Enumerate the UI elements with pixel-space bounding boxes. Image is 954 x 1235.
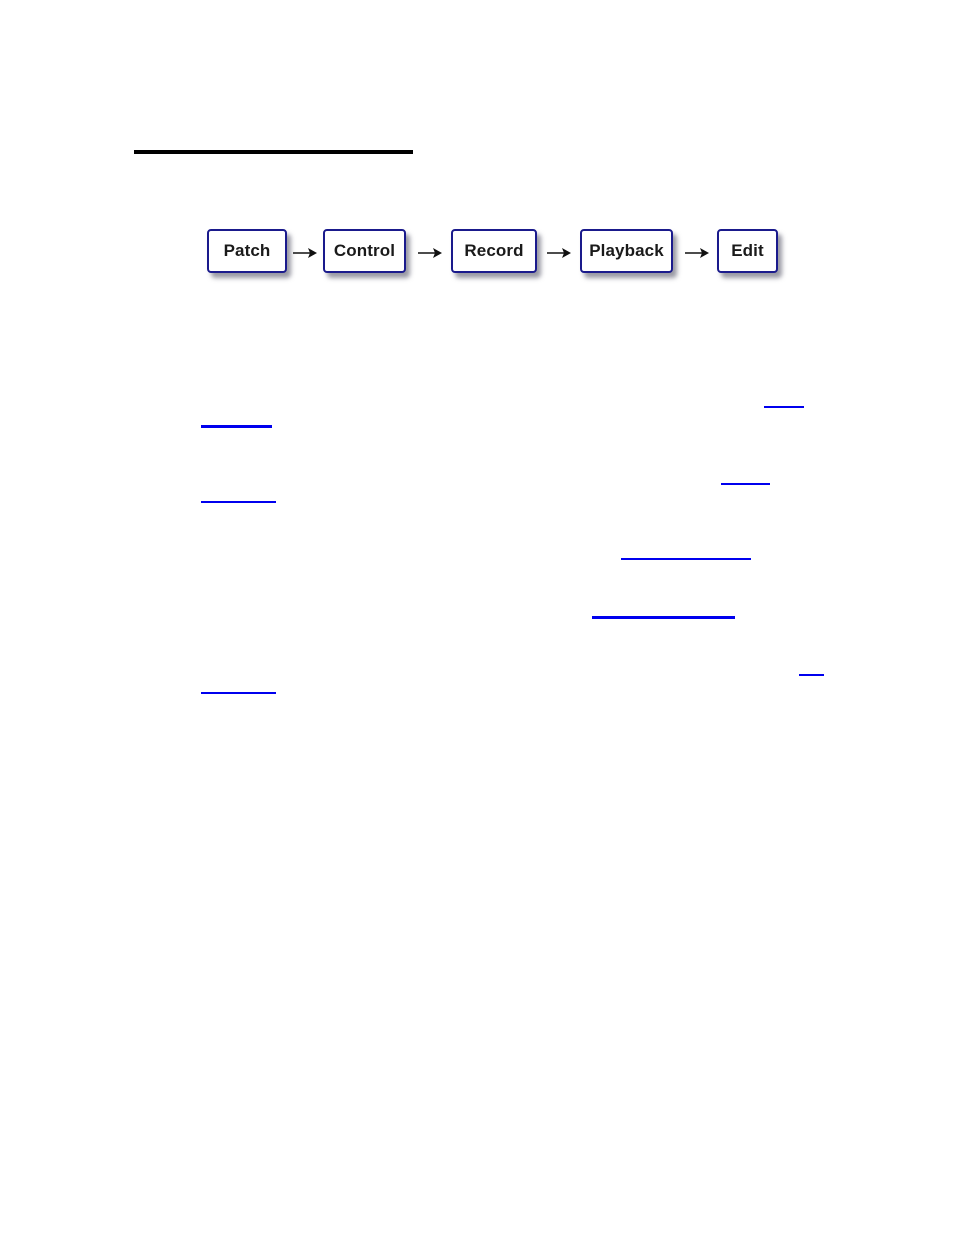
link-1-line-1[interactable] [764, 406, 804, 408]
workflow-step-control: Control [323, 229, 406, 273]
right-arrow-icon [417, 243, 443, 263]
workflow-step-playback: Playback [580, 229, 673, 273]
workflow-step-edit: Edit [717, 229, 778, 273]
workflow-step-patch: Patch [207, 229, 287, 273]
link-4[interactable] [592, 616, 735, 619]
step-label: Playback [589, 241, 664, 260]
step-label: Patch [223, 241, 271, 260]
right-arrow-icon [292, 243, 318, 263]
link-5-line-1[interactable] [799, 674, 824, 676]
link-1-line-2[interactable] [201, 425, 272, 428]
step-label: Edit [731, 241, 764, 260]
link-5-line-2[interactable] [201, 692, 276, 694]
workflow-step-record: Record [451, 229, 537, 273]
right-arrow-icon [546, 243, 572, 263]
right-arrow-icon [684, 243, 710, 263]
link-2-line-1[interactable] [721, 483, 770, 485]
link-2-line-2[interactable] [201, 501, 276, 503]
workflow-diagram: Patch Control Record Playback Edit [0, 0, 954, 300]
step-label: Record [464, 241, 524, 260]
link-3[interactable] [621, 558, 751, 560]
step-label: Control [333, 241, 396, 260]
